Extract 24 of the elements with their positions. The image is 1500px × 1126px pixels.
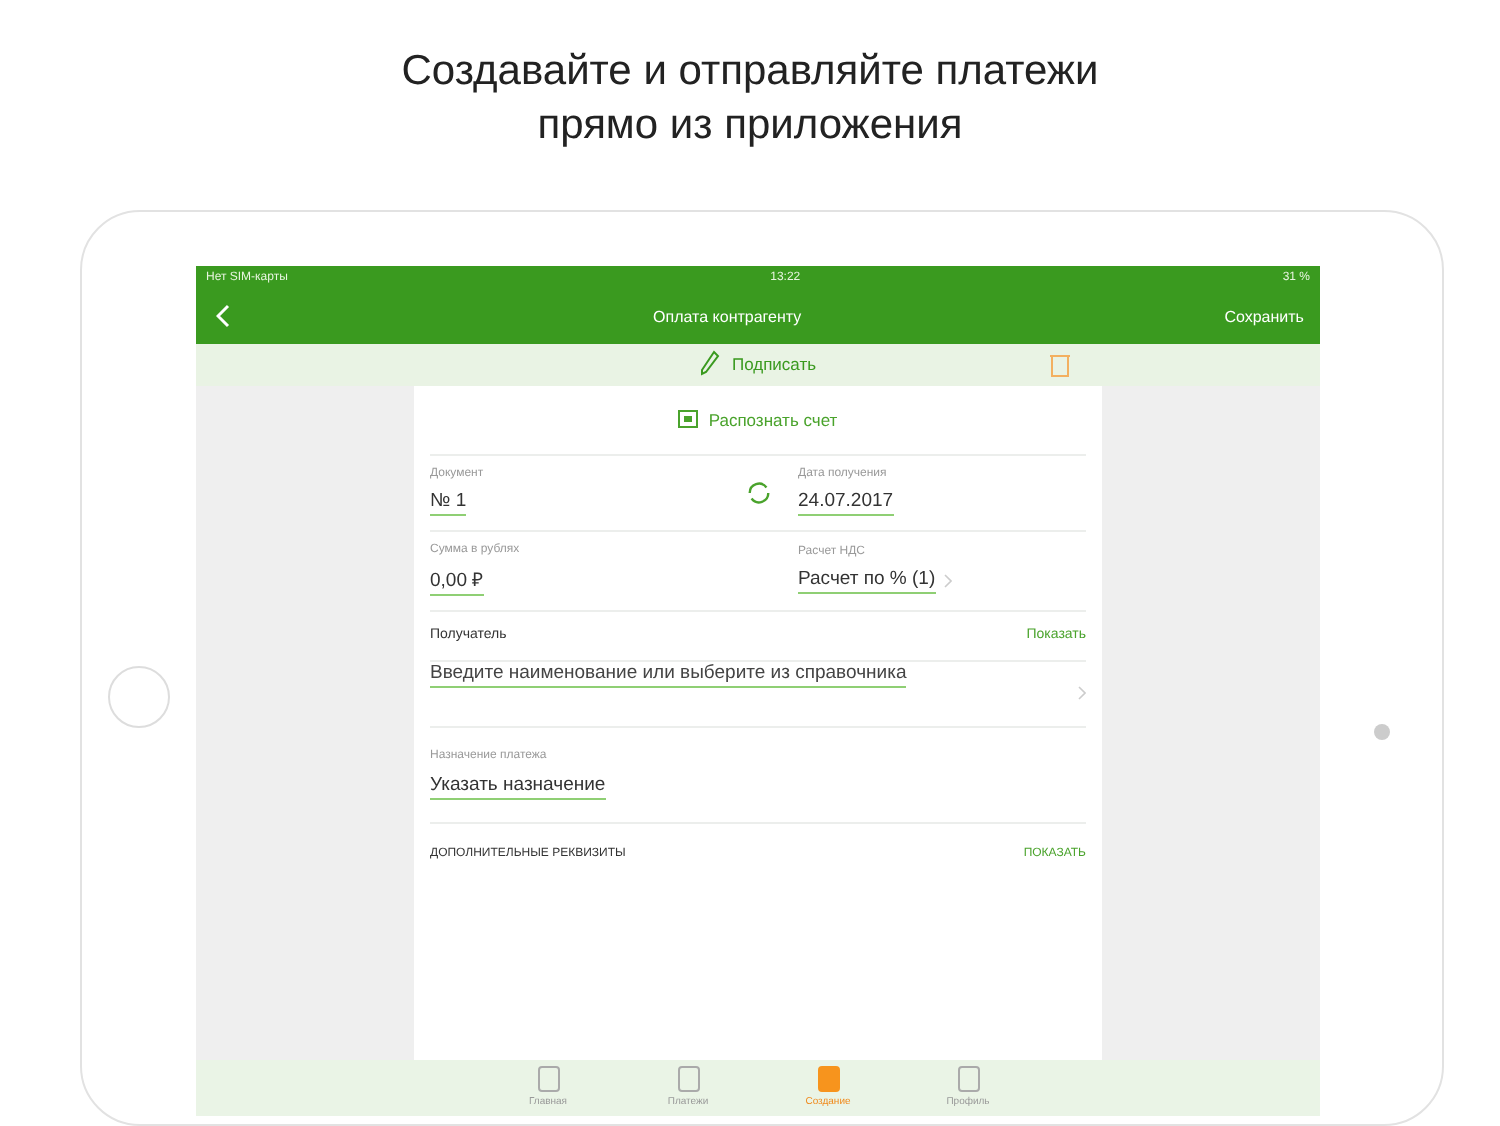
save-button[interactable]: Сохранить bbox=[1224, 307, 1304, 326]
pen-icon bbox=[699, 350, 720, 379]
field-value[interactable]: 0,00 ₽ bbox=[430, 566, 485, 597]
back-icon[interactable] bbox=[216, 304, 230, 329]
field-value[interactable]: 24.07.2017 bbox=[798, 490, 894, 517]
refresh-icon[interactable] bbox=[745, 479, 771, 506]
field-value[interactable]: № 1 bbox=[430, 490, 467, 517]
nav-title: Оплата контрагенту bbox=[653, 307, 802, 326]
field-value[interactable]: Расчет по % (1) bbox=[798, 568, 936, 595]
tab-icon bbox=[817, 1066, 839, 1093]
camera-dot bbox=[1373, 723, 1389, 740]
headline: прямо из приложения bbox=[537, 100, 963, 153]
recipient-field[interactable]: Введите наименование или выберите из справочника bbox=[430, 661, 907, 688]
recognize-invoice-link[interactable]: Распознать счет bbox=[708, 409, 838, 430]
trash-icon[interactable] bbox=[1050, 351, 1070, 378]
purpose-field[interactable]: Указать назначение bbox=[430, 773, 606, 800]
scan-icon bbox=[678, 410, 699, 429]
chevron-icon bbox=[1078, 686, 1086, 701]
tab-icon bbox=[677, 1066, 699, 1093]
chevron-icon bbox=[943, 574, 952, 589]
headline: Создавайте и отправляйте платежи bbox=[401, 46, 1099, 99]
sign-button[interactable]: Подписать bbox=[731, 354, 817, 375]
tab-icon bbox=[957, 1066, 979, 1093]
tab-icon bbox=[537, 1066, 559, 1093]
